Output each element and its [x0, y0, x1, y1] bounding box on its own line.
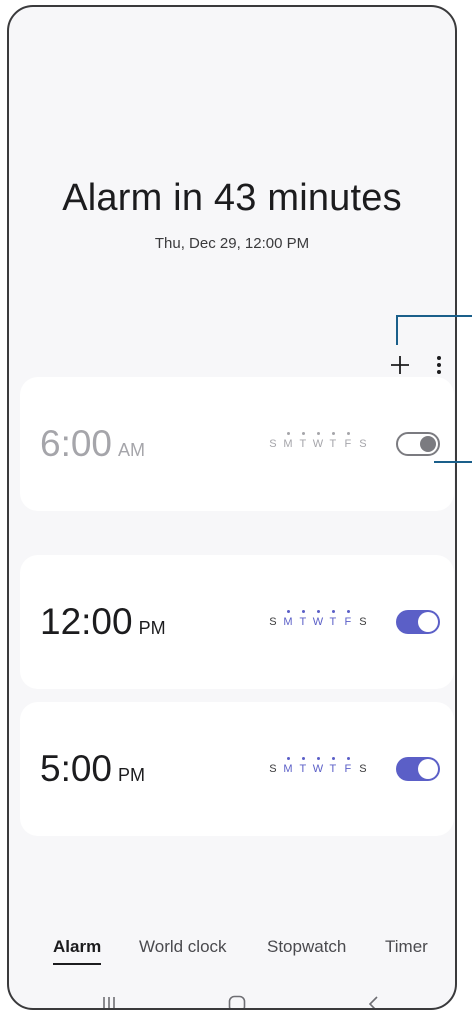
selected-day-dot: [346, 432, 350, 435]
alarm-time-value: 12:00: [40, 601, 133, 642]
repeat-day-letter: S: [269, 616, 277, 628]
repeat-day-letter: W: [312, 616, 324, 628]
next-alarm-title: Alarm in 43 minutes: [62, 177, 402, 219]
repeat-days: SMTWTFS: [267, 757, 369, 775]
repeat-day-letter: W: [312, 438, 324, 450]
alarm-card[interactable]: 5:00 PM S M T W T F S: [20, 702, 454, 836]
repeat-day: S: [357, 763, 369, 775]
alarm-toggle[interactable]: [396, 757, 440, 781]
repeat-day-letter: S: [269, 438, 277, 450]
tab-world-clock[interactable]: World clock: [139, 937, 227, 957]
repeat-day: T: [327, 432, 339, 450]
home-button[interactable]: [217, 987, 257, 1008]
back-button[interactable]: [353, 987, 393, 1008]
alarm-ampm: PM: [118, 765, 146, 785]
alarm-ampm: AM: [118, 440, 146, 460]
repeat-day-letter: T: [299, 763, 307, 775]
repeat-day-letter: T: [329, 438, 337, 450]
repeat-day: S: [357, 616, 369, 628]
selected-day-dot: [301, 432, 305, 435]
home-icon: [228, 995, 246, 1008]
repeat-day-letter: W: [312, 763, 324, 775]
repeat-day-letter: S: [359, 616, 367, 628]
repeat-day-letter: T: [329, 616, 337, 628]
repeat-day: T: [327, 757, 339, 775]
repeat-day: S: [267, 763, 279, 775]
repeat-day: M: [282, 432, 294, 450]
repeat-days: SMTWTFS: [267, 432, 369, 450]
repeat-day-letter: M: [283, 438, 293, 450]
back-icon: [368, 996, 378, 1008]
repeat-day-letter: T: [329, 763, 337, 775]
selected-day-dot: [331, 610, 335, 613]
selected-day-dot: [286, 610, 290, 613]
tab-alarm[interactable]: Alarm: [53, 937, 102, 965]
toggle-knob: [418, 612, 438, 632]
alarm-time: 5:00 PM: [40, 748, 145, 790]
repeat-day-letter: M: [283, 763, 293, 775]
selected-day-dot: [331, 757, 335, 760]
selected-day-dot: [286, 432, 290, 435]
repeat-day: F: [342, 757, 354, 775]
repeat-day: W: [312, 610, 324, 628]
repeat-day-letter: S: [359, 438, 367, 450]
repeat-day-letter: M: [283, 616, 293, 628]
repeat-day: M: [282, 610, 294, 628]
plus-icon: [391, 356, 409, 374]
recents-button[interactable]: [89, 987, 129, 1008]
selected-day-dot: [316, 610, 320, 613]
repeat-day: T: [297, 757, 309, 775]
phone-frame: Alarm in 43 minutes Thu, Dec 29, 12:00 P…: [7, 5, 457, 1010]
alarm-time: 6:00 AM: [40, 423, 145, 465]
repeat-day: T: [297, 432, 309, 450]
selected-day-dot: [331, 432, 335, 435]
recents-icon: [103, 997, 115, 1008]
repeat-day: F: [342, 432, 354, 450]
toggle-knob: [420, 436, 436, 452]
repeat-day: W: [312, 432, 324, 450]
repeat-day: F: [342, 610, 354, 628]
repeat-day: T: [297, 610, 309, 628]
selected-day-dot: [316, 757, 320, 760]
repeat-day-letter: T: [299, 438, 307, 450]
alarm-time-value: 5:00: [40, 748, 113, 789]
selected-day-dot: [316, 432, 320, 435]
repeat-day-letter: T: [299, 616, 307, 628]
selected-day-dot: [286, 757, 290, 760]
toggle-knob: [418, 759, 438, 779]
tab-timer[interactable]: Timer: [385, 937, 428, 957]
selected-day-dot: [346, 757, 350, 760]
alarm-time-value: 6:00: [40, 423, 113, 464]
selected-day-dot: [346, 610, 350, 613]
repeat-day-letter: S: [359, 763, 367, 775]
repeat-day: M: [282, 757, 294, 775]
repeat-day: W: [312, 757, 324, 775]
next-alarm-date: Thu, Dec 29, 12:00 PM: [154, 235, 310, 252]
repeat-day: S: [267, 438, 279, 450]
alarm-ampm: PM: [138, 618, 166, 638]
alarm-toggle[interactable]: [396, 610, 440, 634]
repeat-day: S: [267, 616, 279, 628]
repeat-day-letter: S: [269, 763, 277, 775]
bottom-tab-bar: Alarm World clock Stopwatch Timer: [9, 937, 455, 967]
more-vertical-icon: [437, 356, 441, 374]
alarm-time: 12:00 PM: [40, 601, 166, 643]
tab-stopwatch[interactable]: Stopwatch: [267, 937, 346, 957]
alarm-card[interactable]: 12:00 PM S M T W T F S: [20, 555, 454, 689]
repeat-day-letter: F: [344, 438, 352, 450]
repeat-day: S: [357, 438, 369, 450]
repeat-day-letter: F: [344, 616, 352, 628]
selected-day-dot: [301, 757, 305, 760]
alarm-card[interactable]: 6:00 AM S M T W T F S: [20, 377, 454, 511]
repeat-day-letter: F: [344, 763, 352, 775]
system-navigation-bar: [9, 987, 455, 1008]
repeat-day: T: [327, 610, 339, 628]
repeat-days: SMTWTFS: [267, 610, 369, 628]
alarm-toggle[interactable]: [396, 432, 440, 456]
selected-day-dot: [301, 610, 305, 613]
